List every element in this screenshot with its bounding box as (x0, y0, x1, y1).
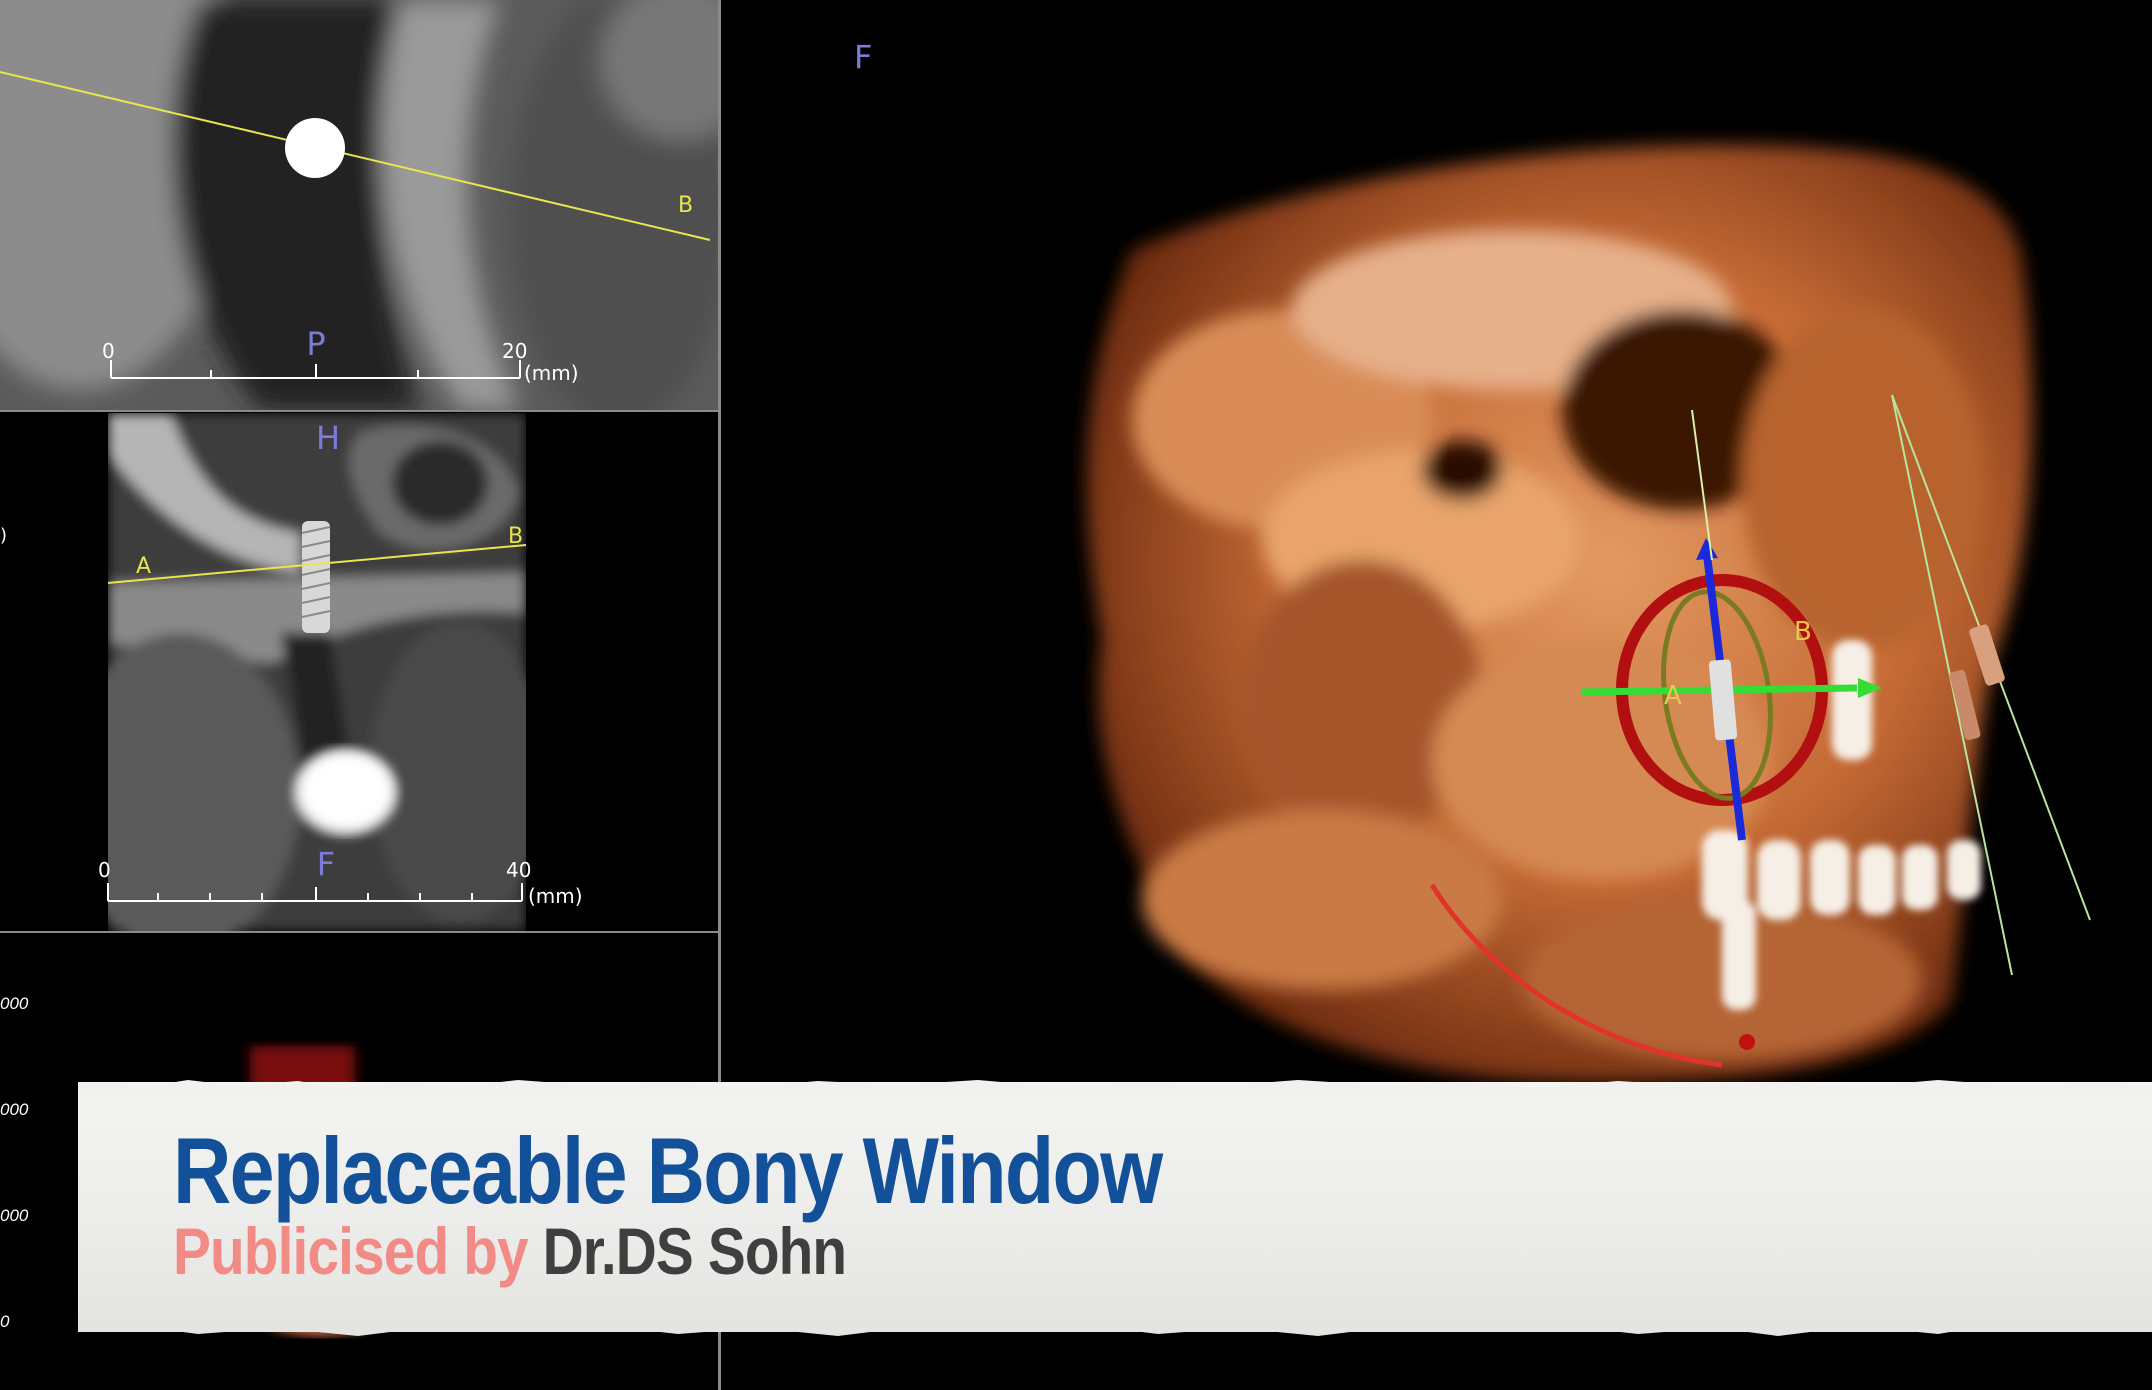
title-banner: Replaceable Bony Window Publicised by Dr… (78, 1080, 2152, 1336)
orientation-label-h: H (316, 419, 340, 457)
scale-unit-label: (mm) (524, 361, 579, 385)
scale-start-label: 0 (98, 858, 111, 882)
ct-slice-sagittal-view[interactable]: A B H F 0 40 (mm) ) (0, 413, 718, 931)
axis-label-b: B (1794, 617, 1812, 647)
skull-volume-render (1086, 144, 2032, 1083)
subtitle-prefix: Publicised by (173, 1214, 529, 1288)
axis-tick-label: 000 (0, 1206, 29, 1225)
scale-unit-label: (mm) (528, 884, 583, 908)
axis-tick-label: 0 (0, 1312, 10, 1331)
scale-start-label: 0 (102, 339, 115, 363)
reference-line-label-a: A (136, 554, 151, 579)
banner-subtitle: Publicised by Dr.DS Sohn (173, 1218, 847, 1284)
scale-end-label: 20 (502, 339, 527, 363)
reference-line-label-b: B (508, 524, 523, 549)
curve-handle[interactable] (1739, 1034, 1755, 1050)
panel-divider-h1 (0, 410, 720, 412)
scale-end-label: 40 (506, 858, 531, 882)
dental-implant-icon[interactable] (301, 521, 331, 633)
torn-edge-bottom (78, 1316, 2152, 1336)
ct-slice-top-view[interactable]: B P 0 20 (mm) (0, 0, 718, 410)
axis-tick-label: 000 (0, 994, 29, 1013)
subtitle-author: Dr.DS Sohn (542, 1214, 847, 1288)
axis-tick-label: 000 (0, 1100, 29, 1119)
orientation-label-f: F (317, 845, 335, 883)
svg-text:): ) (0, 525, 7, 546)
reference-line-label-b: B (678, 193, 693, 218)
axis-label-a: A (1664, 681, 1682, 711)
orientation-label-p: P (306, 325, 325, 363)
torn-edge-top (78, 1080, 2152, 1098)
panel-divider-h2 (0, 931, 720, 933)
banner-title: Replaceable Bony Window (173, 1118, 1163, 1223)
orientation-label-f: F (854, 38, 872, 76)
